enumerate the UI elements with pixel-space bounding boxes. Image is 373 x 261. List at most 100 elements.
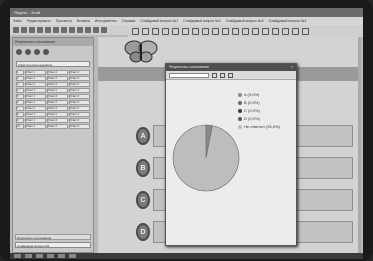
- color-icon[interactable]: [232, 27, 239, 35]
- filter-icon[interactable]: [25, 49, 31, 55]
- menu-item[interactable]: Слайдовый вопрос №2: [183, 19, 221, 23]
- menu-item[interactable]: Слайдовый вопрос №3: [226, 19, 264, 23]
- menu-item[interactable]: Справка: [122, 19, 136, 23]
- dialog-title: Результаты голосования: [169, 65, 209, 69]
- panel-header: Результаты голосования: [13, 38, 93, 46]
- delete-icon[interactable]: [85, 27, 91, 33]
- vertical-scrollbar[interactable]: [358, 37, 361, 253]
- drawing-toolbar: [128, 25, 363, 37]
- taskbar-app-icon[interactable]: [69, 254, 76, 258]
- chart-icon[interactable]: [43, 49, 49, 55]
- magnifier-icon[interactable]: [282, 27, 289, 35]
- pie-slice: [172, 124, 240, 192]
- menu-item[interactable]: Вставка: [77, 19, 90, 23]
- table-cell: Ответ 1: [25, 88, 46, 93]
- print-icon[interactable]: [37, 27, 43, 33]
- cut-icon[interactable]: [61, 27, 67, 33]
- taskbar-app-icon[interactable]: [58, 254, 65, 258]
- table-cell: 3: [16, 82, 24, 87]
- table-cell: Ответ 2: [47, 76, 68, 81]
- text-icon[interactable]: [212, 27, 219, 35]
- table-cell: Ответ 3: [69, 112, 90, 117]
- table-cell: 4: [16, 88, 24, 93]
- fill-icon[interactable]: [222, 27, 229, 35]
- answer-button-d[interactable]: D: [136, 223, 150, 241]
- legend-swatch: [238, 92, 242, 97]
- table-cell: 6: [16, 100, 24, 105]
- new-icon[interactable]: [13, 27, 19, 33]
- legend-label: A (3,0%): [244, 92, 260, 97]
- answer-button-c[interactable]: C: [136, 191, 150, 209]
- dialog-titlebar: Результаты голосования ×: [166, 64, 296, 71]
- pencil-icon[interactable]: [152, 27, 159, 35]
- paste-icon[interactable]: [77, 27, 83, 33]
- screen: Яндекс - Знай Файл Редактировать Просмот…: [10, 8, 363, 259]
- taskbar-app-icon[interactable]: [47, 254, 54, 258]
- table-cell: Ответ 3: [69, 124, 90, 129]
- menu-item[interactable]: Инструменты: [95, 19, 117, 23]
- table-icon[interactable]: [252, 27, 259, 35]
- table-cell: 2: [16, 76, 24, 81]
- question-select[interactable]: Слайдовый вопрос №1: [15, 242, 91, 248]
- vote-icon[interactable]: [302, 27, 309, 35]
- window-title: Яндекс - Знай: [10, 8, 363, 17]
- image-icon[interactable]: [242, 27, 249, 35]
- question-field[interactable]: Class tree level questions: [16, 61, 90, 67]
- print-icon[interactable]: [228, 72, 233, 78]
- legend-swatch: [238, 116, 242, 121]
- start-icon[interactable]: [14, 254, 21, 258]
- taskbar-app-icon[interactable]: [36, 254, 43, 258]
- table-cell: Ответ 2: [47, 112, 68, 117]
- refresh-icon[interactable]: [16, 49, 22, 55]
- results-field[interactable]: Результаты голосования: [15, 234, 91, 240]
- table-cell: Ответ 3: [69, 70, 90, 75]
- table-cell: Ответ 3: [69, 76, 90, 81]
- export-icon[interactable]: [220, 72, 225, 78]
- menu-item[interactable]: Редактировать: [27, 19, 51, 23]
- table-cell: Ответ 3: [69, 106, 90, 111]
- eraser-icon[interactable]: [182, 27, 189, 35]
- results-panel: Результаты голосования Class tree level …: [12, 37, 94, 253]
- panel-toolbar: [13, 46, 93, 58]
- select-icon[interactable]: [132, 27, 139, 35]
- copy-icon[interactable]: [69, 27, 75, 33]
- export-icon[interactable]: [34, 49, 40, 55]
- clock-icon[interactable]: [292, 27, 299, 35]
- chart-legend: A (3,0%) B (0,0%) C (0,0%) D (0,0%) Не ответ…: [238, 92, 280, 132]
- close-icon[interactable]: ×: [291, 65, 293, 70]
- table-cell: Ответ 3: [69, 100, 90, 105]
- legend-label: B (0,0%): [244, 100, 260, 105]
- highlighter-icon[interactable]: [172, 27, 179, 35]
- legend-label: C (0,0%): [244, 108, 260, 113]
- redo-icon[interactable]: [53, 27, 59, 33]
- table-cell: Ответ 2: [47, 106, 68, 111]
- table-cell: Ответ 3: [69, 88, 90, 93]
- undo-icon[interactable]: [45, 27, 51, 33]
- line-icon[interactable]: [192, 27, 199, 35]
- menu-item[interactable]: Слайдовый вопрос №4: [269, 19, 307, 23]
- question-select[interactable]: [169, 72, 209, 78]
- menu-item[interactable]: Слайдовый вопрос №1: [140, 19, 178, 23]
- ruler-icon[interactable]: [262, 27, 269, 35]
- answer-button-a[interactable]: A: [136, 127, 150, 145]
- legend-label: D (0,0%): [244, 116, 260, 121]
- settings-icon[interactable]: [101, 27, 107, 33]
- menu-item[interactable]: Файл: [13, 19, 22, 23]
- taskbar-app-icon[interactable]: [25, 254, 32, 258]
- menu-item[interactable]: Просмотр: [56, 19, 72, 23]
- legend-item: Не ответил (93,5%): [238, 124, 280, 129]
- pen-icon[interactable]: [142, 27, 149, 35]
- table-cell: 10: [16, 124, 24, 129]
- shape-icon[interactable]: [202, 27, 209, 35]
- open-icon[interactable]: [21, 27, 27, 33]
- brush-icon[interactable]: [162, 27, 169, 35]
- zoom-icon[interactable]: [93, 27, 99, 33]
- chart-type-icon[interactable]: [212, 72, 217, 78]
- answer-button-b[interactable]: B: [136, 159, 150, 177]
- table-cell: Ответ 3: [69, 82, 90, 87]
- legend-item: C (0,0%): [238, 108, 280, 113]
- table-cell: Ответ 1: [25, 124, 46, 129]
- grid-icon[interactable]: [272, 27, 279, 35]
- table-cell: Ответ 1: [25, 70, 46, 75]
- save-icon[interactable]: [29, 27, 35, 33]
